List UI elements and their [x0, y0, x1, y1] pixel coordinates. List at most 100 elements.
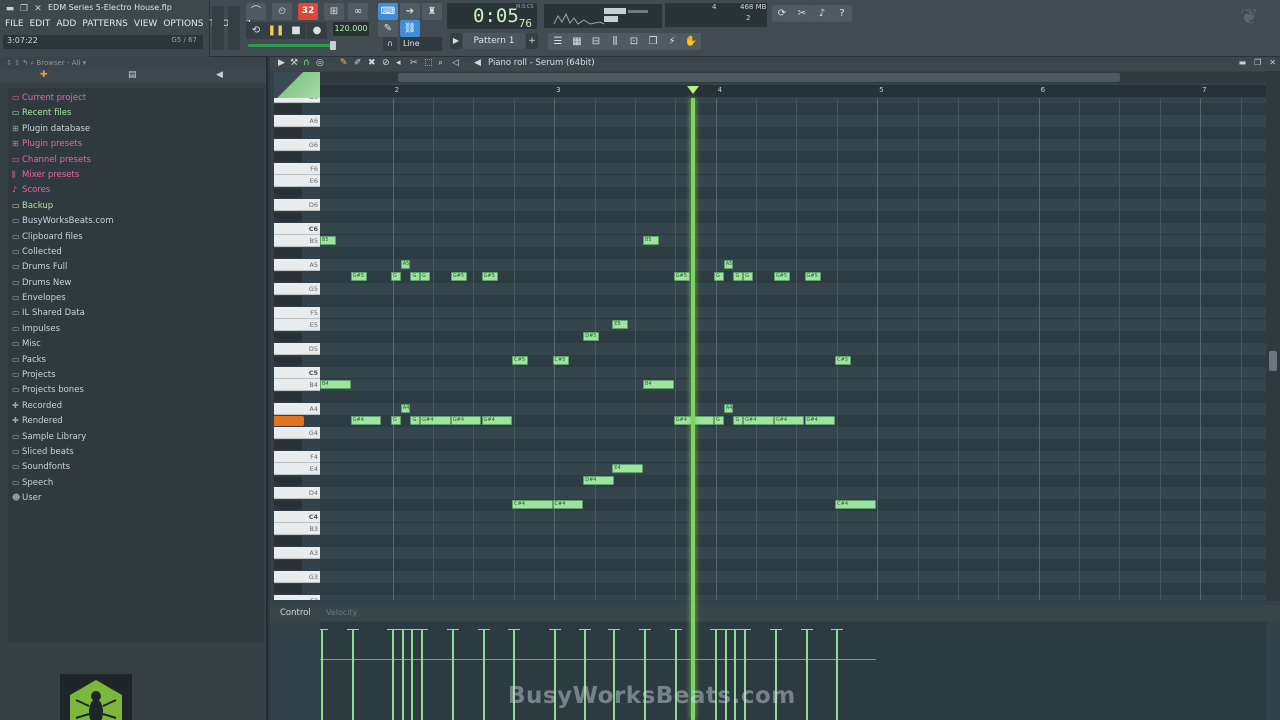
playback-tool-icon[interactable]: ◁ [452, 58, 459, 68]
slip-tool-icon[interactable]: ◂ [396, 58, 401, 68]
delete-tool-icon[interactable]: ✖ [368, 58, 376, 68]
note[interactable]: C#5 [552, 356, 569, 365]
note[interactable]: A5 [723, 260, 734, 269]
note[interactable]: G [410, 416, 421, 425]
piano-key-dsharp4[interactable] [274, 476, 302, 486]
piano-key-fsharp4[interactable] [274, 440, 302, 450]
menu-add[interactable]: ADD [53, 17, 79, 31]
note[interactable]: G [714, 272, 724, 281]
help-icon[interactable]: ? [832, 5, 852, 22]
piano-key-csharp4[interactable] [274, 500, 302, 510]
magnet-icon[interactable]: ∩ [383, 37, 397, 51]
vertical-scrollbar-thumb[interactable] [1269, 351, 1277, 371]
note[interactable]: E4 [612, 464, 643, 473]
piano-key-asharp3[interactable] [274, 536, 302, 546]
horizontal-scrollbar[interactable] [320, 72, 1270, 83]
paint-tool-icon[interactable]: ✐ [354, 58, 362, 68]
piano-key-d5[interactable]: D5 [274, 343, 320, 355]
snap-select[interactable]: Line [400, 37, 442, 51]
browser-item-impulses[interactable]: ▭ Impulses [8, 321, 264, 336]
link-icon[interactable]: ⛓ [400, 20, 420, 37]
note[interactable]: G#4 [450, 416, 482, 425]
control-target[interactable]: Velocity [326, 608, 357, 617]
browser-item-speech[interactable]: ▭ Speech [8, 475, 264, 490]
loop-record-icon[interactable]: ∞ [348, 3, 368, 20]
velocity-bar[interactable] [387, 629, 399, 720]
master-volume-slider[interactable] [212, 6, 224, 50]
piano-key-a3[interactable]: A3 [274, 547, 320, 559]
note[interactable]: C#5 [835, 356, 852, 365]
microphone-icon[interactable]: ♪ [812, 5, 832, 22]
tempo-tap-icon[interactable]: ✋ [681, 33, 701, 50]
browser-item-channel-presets[interactable]: ▭ Channel presets [8, 152, 264, 167]
note[interactable]: G [391, 416, 401, 425]
browser-item-recorded[interactable]: ✚ Recorded [8, 398, 264, 413]
menu-arrow-icon[interactable]: ▶ [278, 58, 285, 68]
browser-item-collected[interactable]: ▭ Collected [8, 244, 264, 259]
browser-item-misc[interactable]: ▭ Misc [8, 336, 264, 351]
channel-rack-icon[interactable]: ⊟ [586, 33, 606, 50]
velocity-bar[interactable] [801, 629, 813, 720]
browser-icon[interactable]: ❒ [643, 33, 663, 50]
browser-item-drums-full[interactable]: ▭ Drums Full [8, 259, 264, 274]
browser-item-drums-new[interactable]: ▭ Drums New [8, 275, 264, 290]
browser-item-scores[interactable]: ♪ Scores [8, 182, 264, 197]
browser-item-packs[interactable]: ▭ Packs [8, 352, 264, 367]
note[interactable]: G#5 [450, 272, 467, 281]
note[interactable]: G#5 [350, 272, 367, 281]
note[interactable]: C#4 [512, 500, 553, 509]
note[interactable]: G#5 [804, 272, 821, 281]
master-pitch-slider[interactable] [228, 6, 240, 50]
note[interactable]: G#4 [804, 416, 836, 425]
note[interactable]: G#5 [673, 272, 690, 281]
note[interactable]: B5 [320, 236, 337, 245]
velocity-bar[interactable] [320, 629, 328, 720]
restore-icon[interactable]: ❐ [1254, 58, 1261, 67]
piano-key-e6[interactable]: E6 [274, 175, 320, 187]
target-icon[interactable]: ◎ [316, 58, 324, 68]
note-grid[interactable]: B5 G#5 G A5 G G G#5 G#5 C#5 C#5 D#5 E5 B5 G#5 G A5 G G G#5… [320, 98, 1266, 600]
horizontal-scrollbar-thumb[interactable] [398, 73, 1120, 82]
note[interactable]: G#4 [773, 416, 805, 425]
control-selector[interactable]: Control [280, 608, 311, 618]
piano-key-g3[interactable]: G3 [274, 571, 320, 583]
browser-item-sliced-beats[interactable]: ▭ Sliced beats [8, 444, 264, 459]
piano-key-a6[interactable]: A6 [274, 115, 320, 127]
piano-key-g5[interactable]: G5 [274, 283, 320, 295]
note[interactable]: G [410, 272, 421, 281]
piano-key-f6[interactable]: F6 [274, 163, 320, 175]
velocity-bar[interactable] [447, 629, 459, 720]
speaker-icon[interactable]: ◀ [474, 58, 481, 68]
piano-key-fsharp5[interactable] [274, 296, 302, 306]
note[interactable]: C#4 [835, 500, 876, 509]
piano-key-fsharp6[interactable] [274, 152, 302, 162]
add-pattern-icon[interactable]: + [526, 33, 538, 49]
note[interactable]: B5 [643, 236, 660, 245]
note[interactable]: D#5 [583, 332, 600, 341]
note[interactable]: G#4 [350, 416, 382, 425]
browser-item-mixer-presets[interactable]: ⫼ Mixer presets [8, 167, 264, 182]
note[interactable]: G [420, 272, 430, 281]
mute-tool-icon[interactable]: ⊘ [382, 58, 390, 68]
browser-item-clipboard-files[interactable]: ▭ Clipboard files [8, 229, 264, 244]
piano-key-gsharp6[interactable] [274, 128, 302, 138]
piano-keyboard[interactable]: B6 A6 G6 F6 E6 D6 C6 B5 A5 G5 F5 E5 D5 C5 B4 A4 G4 F4 E4 D4… [274, 98, 320, 600]
blend-notes-icon[interactable]: ⊞ [324, 3, 344, 20]
menu-file[interactable]: FILE [2, 17, 27, 31]
browser-item-user[interactable]: ☻ User [8, 490, 264, 505]
pause-button[interactable]: ❚❚ [266, 22, 286, 39]
velocity-bar[interactable] [406, 629, 418, 720]
magnet-snap-icon[interactable]: ∩ [303, 58, 310, 68]
piano-key-f4[interactable]: F4 [274, 451, 320, 463]
hint-icon[interactable]: ♜ [422, 3, 442, 20]
piano-key-gsharp5[interactable] [274, 272, 302, 282]
note[interactable]: G#4 [481, 416, 513, 425]
browser-item-envelopes[interactable]: ▭ Envelopes [8, 290, 264, 305]
piano-key-g6[interactable]: G6 [274, 139, 320, 151]
velocity-bar[interactable] [478, 629, 490, 720]
piano-key-asharp4[interactable] [274, 392, 302, 402]
browser-item-il-shared-data[interactable]: ▭ IL Shared Data [8, 305, 264, 320]
menu-patterns[interactable]: PATTERNS [79, 17, 131, 31]
piano-key-csharp5[interactable] [274, 356, 302, 366]
refresh-icon[interactable]: ⟳ [772, 5, 792, 22]
